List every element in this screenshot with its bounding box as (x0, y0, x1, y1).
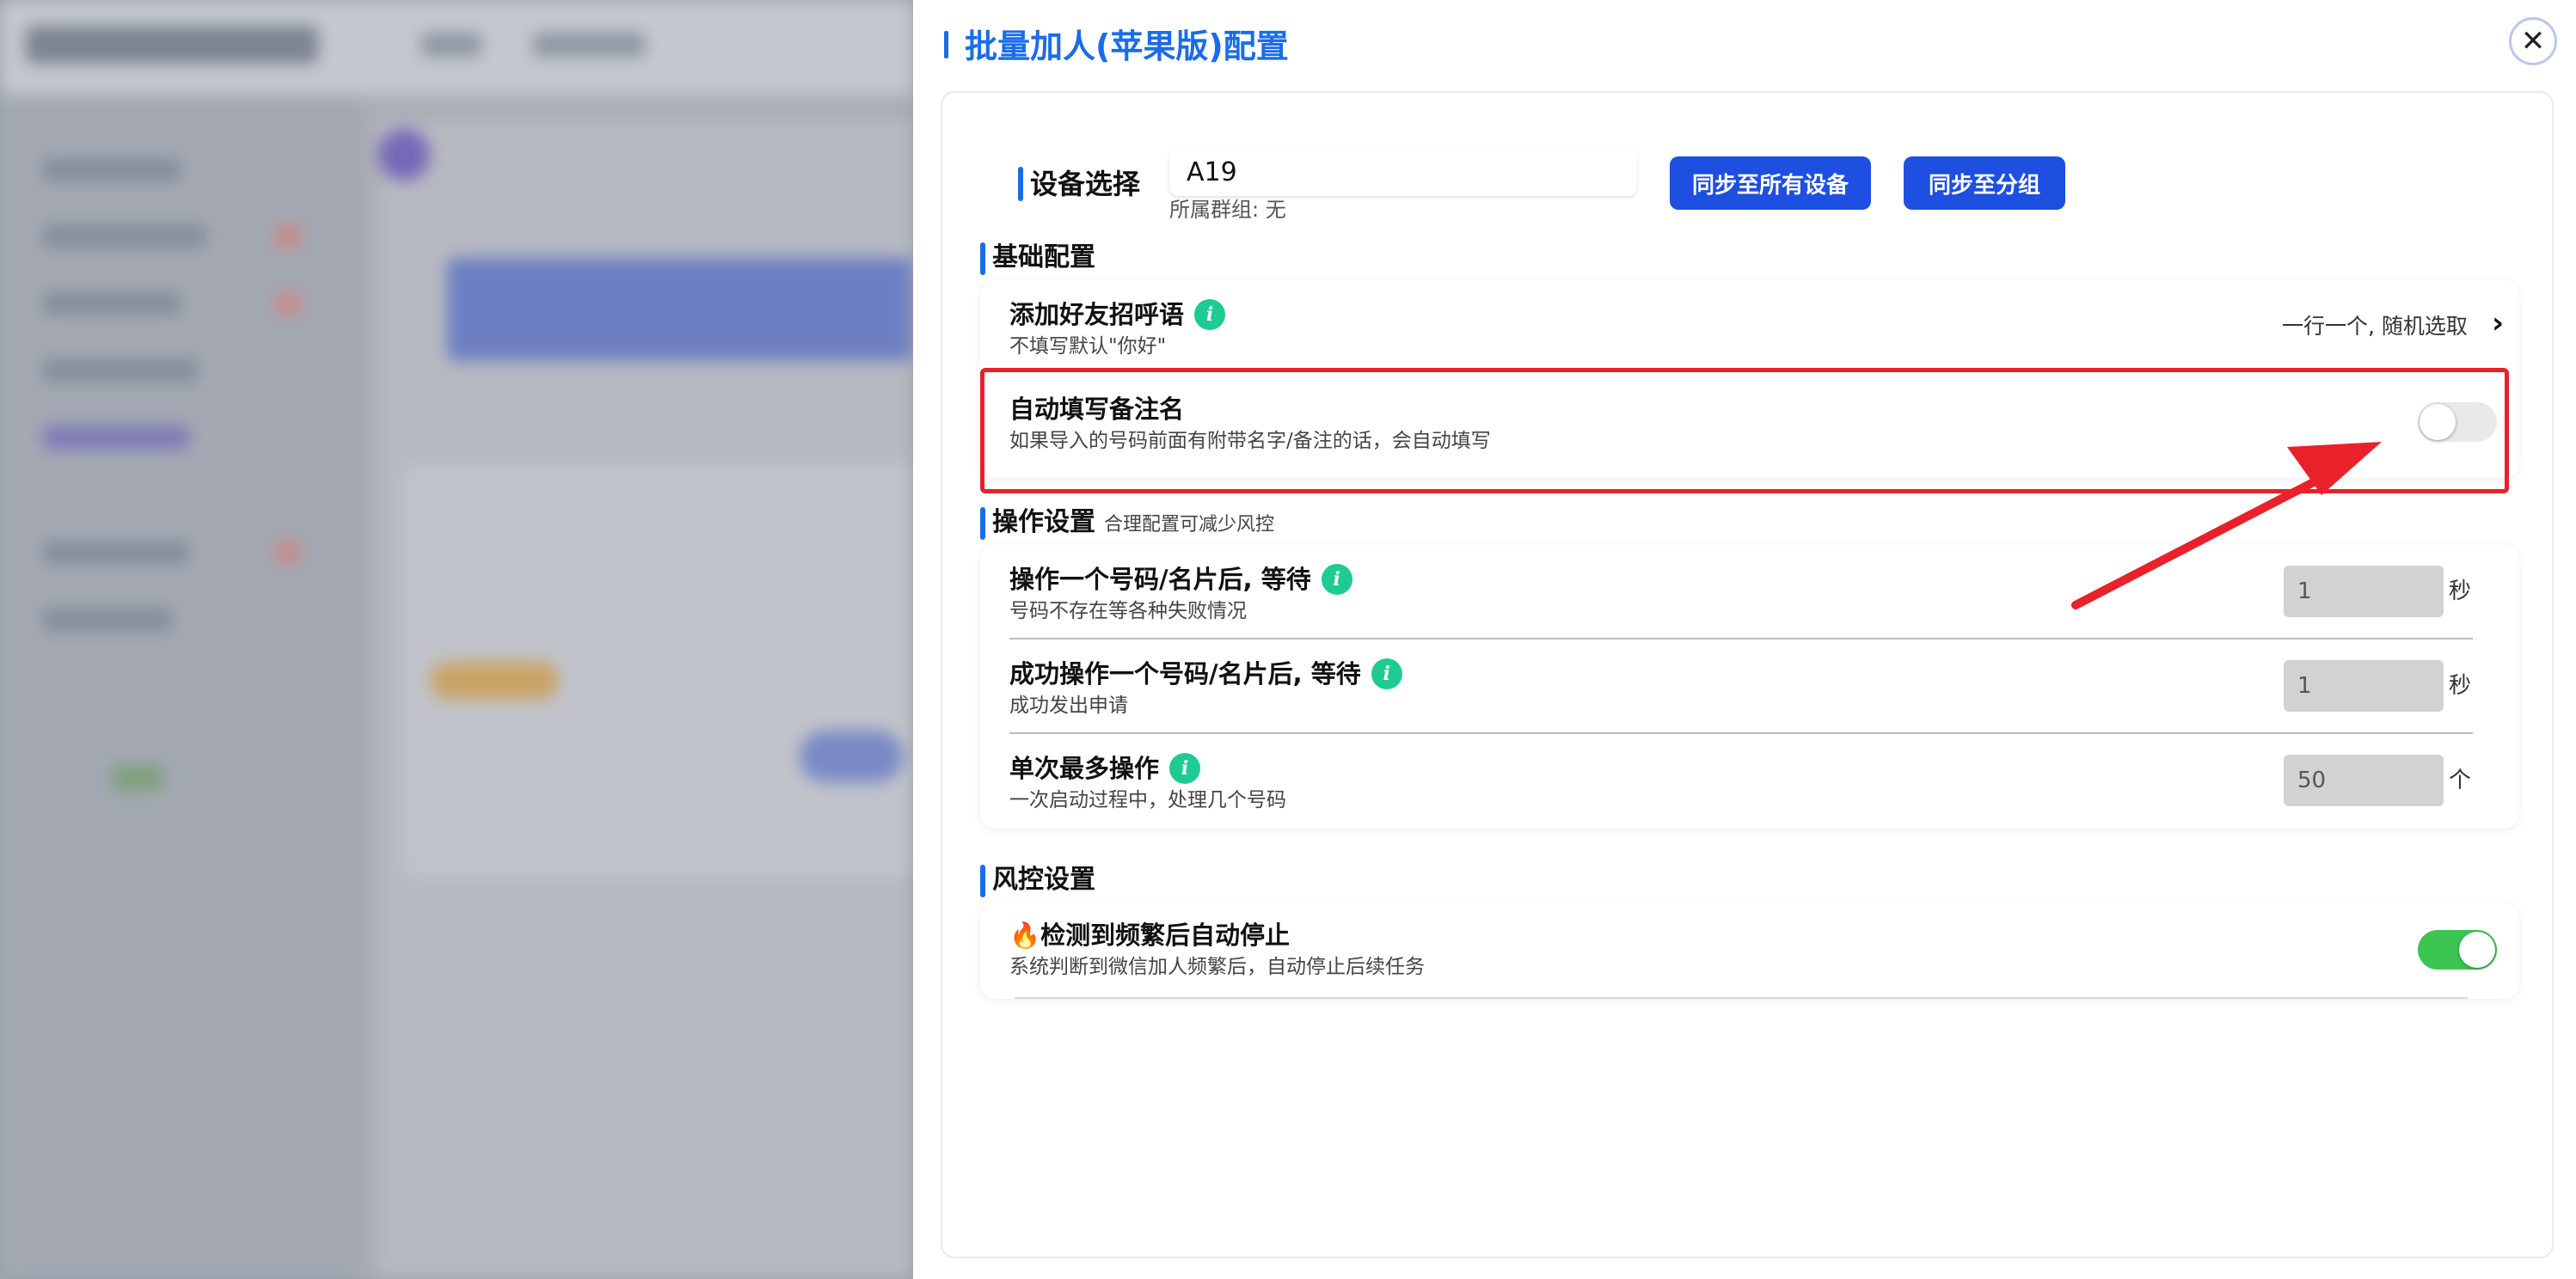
close-icon: ✕ (2520, 24, 2546, 58)
max-ops-title: 单次最多操作 (1009, 754, 1160, 783)
sync-all-devices-button[interactable]: 同步至所有设备 (1670, 156, 1871, 210)
row-divider (1009, 732, 2473, 734)
operation-accent-bar (980, 507, 985, 540)
device-label: 设备选择 (1030, 168, 1141, 200)
auto-stop-desc: 系统判断到微信加人频繁后，自动停止后续任务 (1009, 956, 1425, 978)
fail-wait-title: 操作一个号码/名片后, 等待 (1009, 565, 1311, 594)
greeting-title: 添加好友招呼语 (1009, 300, 1185, 329)
config-panel: 批量加人(苹果版)配置 ✕ 设备选择 所属群组: 无 同步至所有设备 同步至分组… (913, 0, 2576, 1279)
operation-subtitle: 合理配置可减少风控 (1104, 514, 1275, 535)
fail-wait-desc: 号码不存在等各种失败情况 (1009, 600, 1247, 622)
background-badge (275, 225, 301, 248)
fail-wait-input[interactable] (2284, 566, 2444, 617)
operation-section-title: 操作设置 合理配置可减少风控 (992, 504, 1274, 544)
background-badge (275, 542, 301, 564)
background-banner (447, 258, 911, 361)
greeting-row: 添加好友招呼语 i (1009, 297, 1226, 332)
chevron-right-icon[interactable]: › (2492, 306, 2504, 340)
background-sidebar-item (43, 292, 181, 315)
operation-title: 操作设置 (992, 507, 1095, 537)
basic-accent-bar (980, 242, 985, 275)
max-ops-input[interactable] (2284, 755, 2444, 806)
risk-section-title: 风控设置 (992, 865, 1095, 895)
fail-wait-row: 操作一个号码/名片后, 等待 i (1009, 562, 1352, 597)
background-sidebar-item (43, 542, 189, 564)
background-nav-item (533, 33, 645, 57)
success-wait-input[interactable] (2284, 660, 2444, 712)
success-wait-row: 成功操作一个号码/名片后, 等待 i (1009, 657, 1402, 691)
success-wait-title: 成功操作一个号码/名片后, 等待 (1009, 659, 1361, 688)
background-badge (275, 292, 301, 315)
background-sidebar-item (43, 609, 172, 631)
background-nav-item (421, 33, 481, 57)
background-sidebar (0, 95, 361, 1279)
sync-group-button[interactable]: 同步至分组 (1904, 156, 2065, 210)
device-accent-bar (1018, 167, 1023, 201)
highlight-box (980, 368, 2509, 493)
panel-title: 批量加人(苹果版)配置 (965, 28, 1289, 65)
info-icon[interactable]: i (1194, 299, 1226, 330)
auto-stop-title: 🔥检测到频繁后自动停止 (1009, 921, 1291, 950)
background-sidebar-item (43, 225, 206, 248)
success-wait-unit: 秒 (2449, 673, 2472, 699)
info-icon[interactable]: i (1321, 564, 1352, 595)
basic-section-title: 基础配置 (992, 242, 1095, 272)
row-divider (1009, 638, 2473, 640)
title-accent-bar (944, 31, 948, 58)
background-logo (26, 26, 318, 64)
row-divider (1015, 997, 2468, 999)
max-ops-unit: 个 (2449, 768, 2472, 793)
greeting-desc: 不填写默认"你好" (1009, 335, 1167, 358)
auto-stop-toggle[interactable] (2418, 930, 2497, 970)
info-icon[interactable]: i (1371, 658, 1402, 689)
background-tag (430, 662, 559, 700)
info-icon[interactable]: i (1169, 753, 1201, 784)
operation-config-card: 操作一个号码/名片后, 等待 i 号码不存在等各种失败情况 秒 成功操作一个号码… (980, 545, 2519, 829)
background-avatar (378, 129, 430, 181)
risk-accent-bar (980, 865, 985, 897)
background-button (800, 731, 903, 782)
greeting-value[interactable]: 一行一个, 随机选取 (2282, 309, 2468, 344)
max-ops-desc: 一次启动过程中，处理几个号码 (1009, 789, 1286, 811)
device-group-text: 所属群组: 无 (1169, 198, 1286, 222)
toggle-knob (2459, 932, 2495, 968)
config-content: 设备选择 所属群组: 无 同步至所有设备 同步至分组 基础配置 添加好友招呼语 … (941, 91, 2554, 1258)
background-sidebar-item (43, 359, 198, 382)
max-ops-row: 单次最多操作 i (1009, 751, 1201, 786)
background-sidebar-item (43, 426, 189, 449)
success-wait-desc: 成功发出申请 (1009, 695, 1128, 717)
risk-config-card: 🔥检测到频繁后自动停止 系统判断到微信加人频繁后，自动停止后续任务 (980, 903, 2519, 999)
fail-wait-unit: 秒 (2449, 578, 2472, 604)
background-tag (112, 765, 163, 791)
background-sidebar-item (43, 159, 181, 181)
close-button[interactable]: ✕ (2509, 17, 2557, 65)
device-select-input[interactable] (1169, 148, 1637, 196)
background-app (0, 0, 913, 1279)
